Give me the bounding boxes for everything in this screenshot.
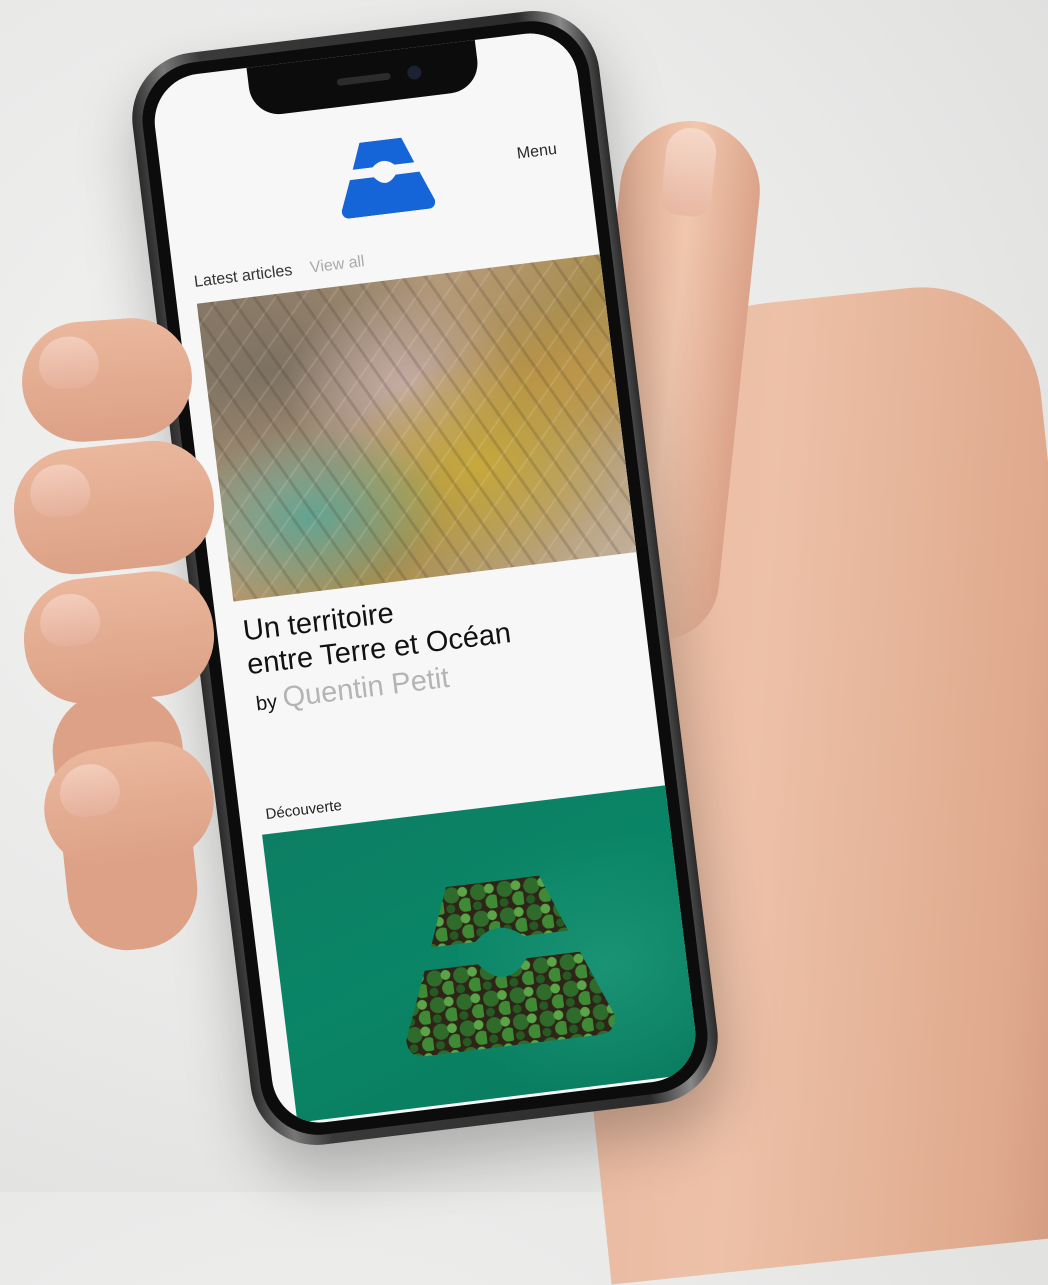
app-header: Menu (159, 105, 594, 256)
category-label: Découverte (264, 796, 343, 824)
discovery-card-image[interactable] (262, 768, 701, 1123)
brand-logo-icon[interactable] (334, 134, 436, 219)
fingernail (36, 334, 101, 391)
menu-button[interactable]: Menu (516, 141, 558, 164)
finger-ring (17, 565, 221, 710)
article-hero-image[interactable] (196, 251, 663, 602)
fingernail (56, 760, 123, 821)
by-label: by (254, 691, 279, 716)
forest-logo-icon (406, 875, 615, 1057)
latest-articles-label: Latest articles (193, 261, 294, 291)
fingernail (27, 461, 93, 520)
mountain-texture (196, 251, 663, 602)
view-all-link[interactable]: View all (309, 253, 366, 277)
fingernail (37, 591, 103, 650)
phone-screen: Menu Latest articles View all Un territoi… (149, 27, 701, 1129)
thumb-nail (659, 125, 719, 219)
